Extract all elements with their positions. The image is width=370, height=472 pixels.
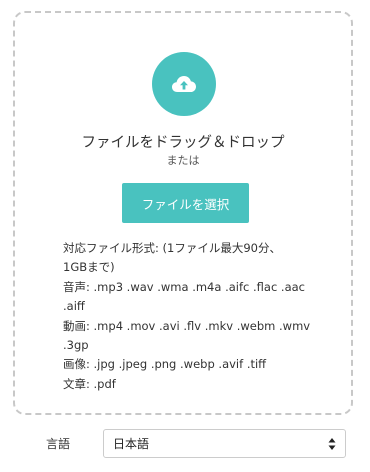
formats-line: 対応ファイル形式: (1ファイル最大90分、 [63, 241, 281, 255]
formats-line: 文章: .pdf [63, 376, 116, 391]
formats-line: .3gp [63, 338, 89, 353]
language-label: 言語 [46, 437, 71, 451]
formats-line: 画像: .jpg .jpeg .png .webp .avif .tiff [63, 357, 267, 372]
cloud-upload-icon [152, 52, 216, 116]
formats-line: 音声: .mp3 .wav .wma .m4a .aifc .flac .aac [63, 279, 305, 294]
select-file-button[interactable]: ファイルを選択 [122, 183, 249, 223]
formats-line: 1GBまで) [63, 260, 115, 275]
language-selected-value: 日本語 [113, 437, 150, 451]
file-dropzone[interactable]: ファイルをドラッグ＆ドロップ または ファイルを選択 対応ファイル形式: (1フ… [13, 11, 353, 415]
formats-line: .aiff [63, 299, 85, 314]
language-select[interactable]: 日本語 [103, 429, 346, 458]
select-arrows-icon [328, 438, 336, 450]
or-text: または [166, 154, 200, 167]
formats-line: 動画: .mp4 .mov .avi .flv .mkv .webm .wmv [63, 318, 311, 333]
drop-title: ファイルをドラッグ＆ドロップ [81, 135, 285, 151]
supported-formats: 対応ファイル形式: (1ファイル最大90分、 1GBまで) 音声: .mp3 .… [63, 239, 325, 394]
